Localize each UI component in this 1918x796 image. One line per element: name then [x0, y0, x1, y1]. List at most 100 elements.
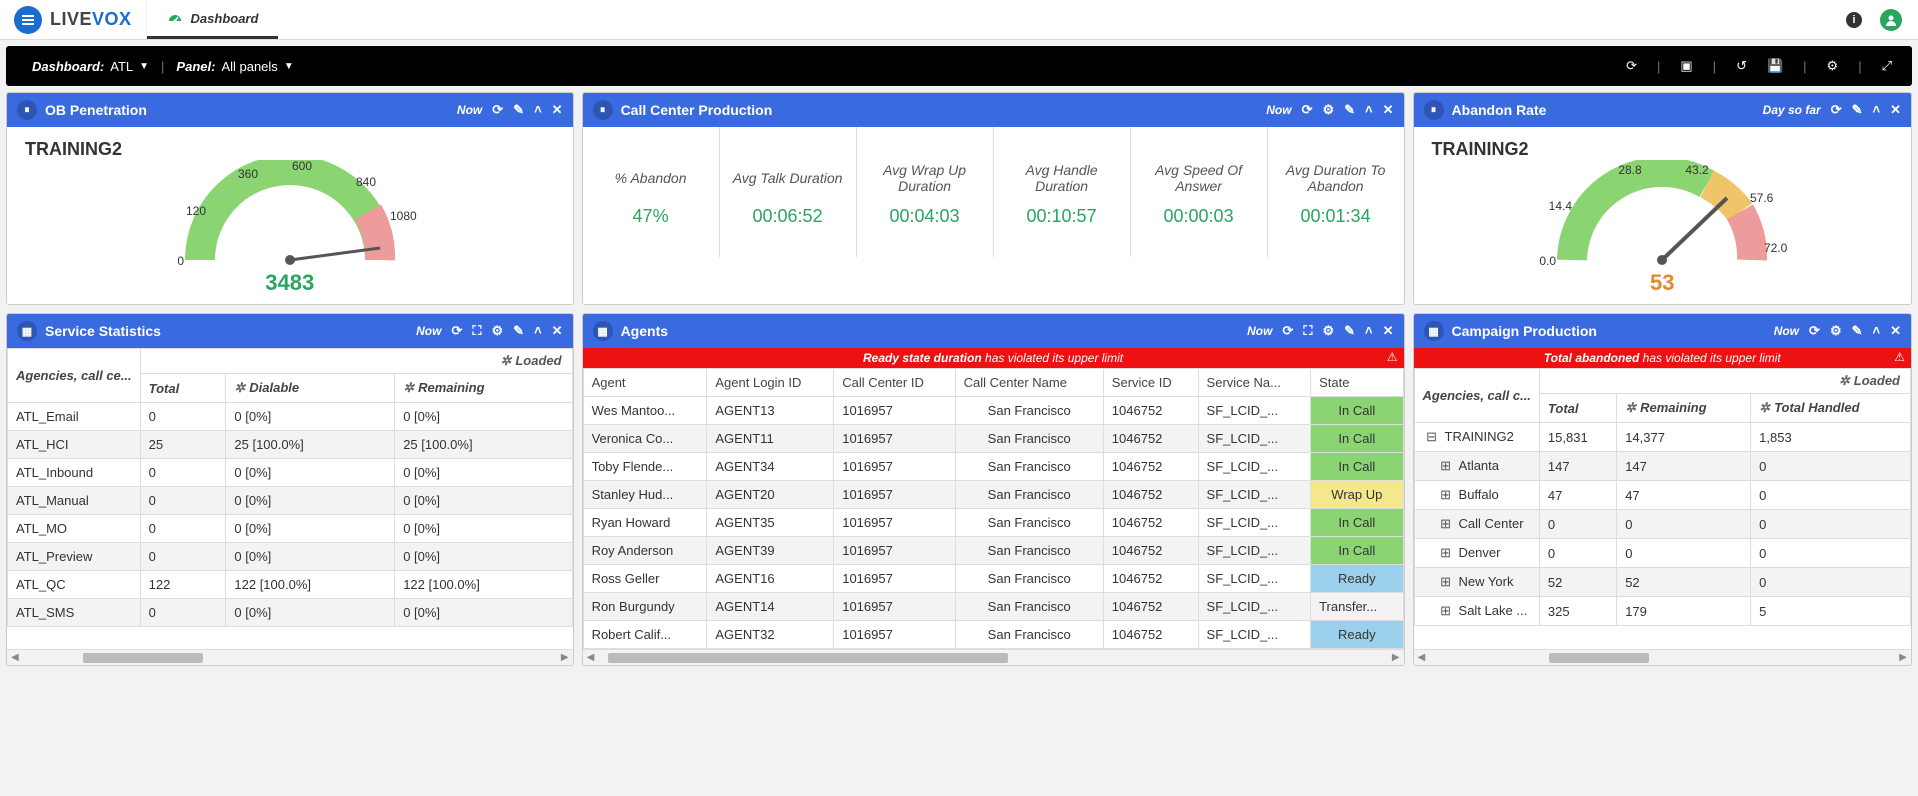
alert-icon[interactable]: ▣ — [1674, 58, 1698, 74]
table-row[interactable]: ⊞Buffalo47470 — [1414, 481, 1910, 510]
table-row[interactable]: Ron BurgundyAGENT141016957San Francisco1… — [583, 593, 1403, 621]
gear-icon[interactable]: ⚙ — [1830, 323, 1842, 339]
table-row[interactable]: ⊞New York52520 — [1414, 568, 1910, 597]
table-row[interactable]: ⊞Call Center000 — [1414, 510, 1910, 539]
h-scrollbar[interactable]: ◀▶ — [7, 649, 573, 665]
table-row[interactable]: ATL_Inbound00 [0%]0 [0%] — [8, 459, 573, 487]
table-row[interactable]: Stanley Hud...AGENT201016957San Francisc… — [583, 481, 1403, 509]
table-row[interactable]: ⊞Atlanta1471470 — [1414, 452, 1910, 481]
service-table[interactable]: Agencies, call ce... ✲Loaded Total ✲Dial… — [7, 348, 573, 627]
expand-icon[interactable]: ⛶ — [472, 323, 481, 339]
expand-toggle-icon[interactable]: ⊞ — [1439, 545, 1453, 561]
expand-toggle-icon[interactable]: ⊞ — [1439, 516, 1453, 532]
expand-icon[interactable]: ⛶ — [1303, 323, 1312, 339]
table-row[interactable]: Ryan HowardAGENT351016957San Francisco10… — [583, 509, 1403, 537]
edit-icon[interactable]: ✎ — [513, 323, 524, 339]
user-icon[interactable] — [1880, 9, 1902, 31]
agents-table[interactable]: Agent Agent Login ID Call Center ID Call… — [583, 368, 1404, 649]
col-remaining[interactable]: ✲Remaining — [395, 374, 572, 403]
table-row[interactable]: ⊞Denver000 — [1414, 539, 1910, 568]
table-row[interactable]: ⊞Salt Lake ...3251795 — [1414, 597, 1910, 626]
h-scrollbar[interactable]: ◀▶ — [1414, 649, 1911, 665]
col-agencies[interactable]: Agencies, call ce... — [8, 349, 141, 403]
table-row[interactable]: ATL_MO00 [0%]0 [0%] — [8, 515, 573, 543]
col-handled[interactable]: ✲Total Handled — [1751, 394, 1911, 423]
collapse-icon[interactable]: ˄ — [1873, 102, 1881, 118]
table-row[interactable]: ATL_Preview00 [0%]0 [0%] — [8, 543, 573, 571]
expand-toggle-icon[interactable]: ⊞ — [1439, 603, 1453, 619]
col-ccid[interactable]: Call Center ID — [834, 369, 955, 397]
col-sid[interactable]: Service ID — [1103, 369, 1198, 397]
panel-selector[interactable]: Panel: All panels ▼ — [164, 59, 305, 74]
tab-dashboard[interactable]: Dashboard — [147, 0, 279, 39]
time-label[interactable]: Now — [1247, 324, 1272, 338]
collapse-icon[interactable]: ˄ — [1365, 102, 1373, 118]
table-row[interactable]: ATL_QC122122 [100.0%]122 [100.0%] — [8, 571, 573, 599]
refresh-icon[interactable]: ⟳ — [1302, 102, 1313, 118]
close-icon[interactable]: ✕ — [1383, 102, 1394, 118]
refresh-icon[interactable]: ⟳ — [1809, 323, 1820, 339]
refresh-icon[interactable]: ⟳ — [451, 323, 462, 339]
col-dialable[interactable]: ✲Dialable — [226, 374, 395, 403]
close-icon[interactable]: ✕ — [552, 102, 563, 118]
table-row[interactable]: ATL_HCI2525 [100.0%]25 [100.0%] — [8, 431, 573, 459]
table-row[interactable]: ⊟TRAINING215,83114,3771,853 — [1414, 423, 1910, 452]
time-label[interactable]: Now — [416, 324, 441, 338]
edit-icon[interactable]: ✎ — [1852, 102, 1863, 118]
time-label[interactable]: Now — [1774, 324, 1799, 338]
h-scrollbar[interactable]: ◀▶ — [583, 649, 1404, 665]
table-row[interactable]: Robert Calif...AGENT321016957San Francis… — [583, 621, 1403, 649]
table-row[interactable]: Wes Mantoo...AGENT131016957San Francisco… — [583, 397, 1403, 425]
col-group-loaded[interactable]: ✲Loaded — [140, 349, 572, 374]
logo[interactable]: LIVEVOX — [0, 0, 147, 39]
close-icon[interactable]: ✕ — [1890, 323, 1901, 339]
table-row[interactable]: ATL_Manual00 [0%]0 [0%] — [8, 487, 573, 515]
fullscreen-icon[interactable]: ⤢ — [1876, 58, 1898, 74]
col-login[interactable]: Agent Login ID — [707, 369, 834, 397]
campaign-table[interactable]: Agencies, call c... ✲Loaded Total ✲Remai… — [1414, 368, 1911, 626]
time-label[interactable]: Now — [457, 103, 482, 117]
col-remaining[interactable]: ✲Remaining — [1617, 394, 1751, 423]
table-row[interactable]: Roy AndersonAGENT391016957San Francisco1… — [583, 537, 1403, 565]
collapse-icon[interactable]: ˄ — [1365, 323, 1373, 339]
refresh-icon[interactable]: ⟳ — [492, 102, 503, 118]
col-group-loaded[interactable]: ✲Loaded — [1539, 369, 1910, 394]
col-agent[interactable]: Agent — [583, 369, 707, 397]
col-ccname[interactable]: Call Center Name — [955, 369, 1103, 397]
col-total[interactable]: Total — [1539, 394, 1616, 423]
col-total[interactable]: Total — [140, 374, 226, 403]
gear-icon[interactable]: ⚙ — [1322, 102, 1334, 118]
close-icon[interactable]: ✕ — [1890, 102, 1901, 118]
gear-icon[interactable]: ⚙ — [1821, 58, 1845, 74]
table-row[interactable]: Veronica Co...AGENT111016957San Francisc… — [583, 425, 1403, 453]
expand-toggle-icon[interactable]: ⊞ — [1439, 487, 1453, 503]
expand-toggle-icon[interactable]: ⊞ — [1439, 458, 1453, 474]
collapse-icon[interactable]: ˄ — [1873, 323, 1881, 339]
expand-toggle-icon[interactable]: ⊟ — [1425, 429, 1439, 445]
save-icon[interactable]: 💾 — [1761, 58, 1789, 74]
table-row[interactable]: Toby Flende...AGENT341016957San Francisc… — [583, 453, 1403, 481]
undo-icon[interactable]: ↺ — [1730, 58, 1753, 74]
close-icon[interactable]: ✕ — [1383, 323, 1394, 339]
close-icon[interactable]: ✕ — [552, 323, 563, 339]
expand-toggle-icon[interactable]: ⊞ — [1439, 574, 1453, 590]
table-row[interactable]: ATL_Email00 [0%]0 [0%] — [8, 403, 573, 431]
edit-icon[interactable]: ✎ — [1344, 323, 1355, 339]
time-label[interactable]: Day so far — [1763, 103, 1821, 117]
refresh-icon[interactable]: ⟳ — [1282, 323, 1293, 339]
collapse-icon[interactable]: ˄ — [534, 102, 542, 118]
table-row[interactable]: Ross GellerAGENT161016957San Francisco10… — [583, 565, 1403, 593]
edit-icon[interactable]: ✎ — [1344, 102, 1355, 118]
info-icon[interactable]: i — [1846, 12, 1862, 28]
col-state[interactable]: State — [1311, 369, 1403, 397]
refresh-icon[interactable]: ⟳ — [1831, 102, 1842, 118]
gear-icon[interactable]: ⚙ — [492, 323, 504, 339]
edit-icon[interactable]: ✎ — [513, 102, 524, 118]
edit-icon[interactable]: ✎ — [1852, 323, 1863, 339]
time-label[interactable]: Now — [1266, 103, 1291, 117]
col-agencies[interactable]: Agencies, call c... — [1414, 369, 1539, 423]
refresh-icon[interactable]: ⟳ — [1620, 58, 1643, 74]
dashboard-selector[interactable]: Dashboard: ATL ▼ — [20, 59, 161, 74]
collapse-icon[interactable]: ˄ — [534, 323, 542, 339]
gear-icon[interactable]: ⚙ — [1322, 323, 1334, 339]
